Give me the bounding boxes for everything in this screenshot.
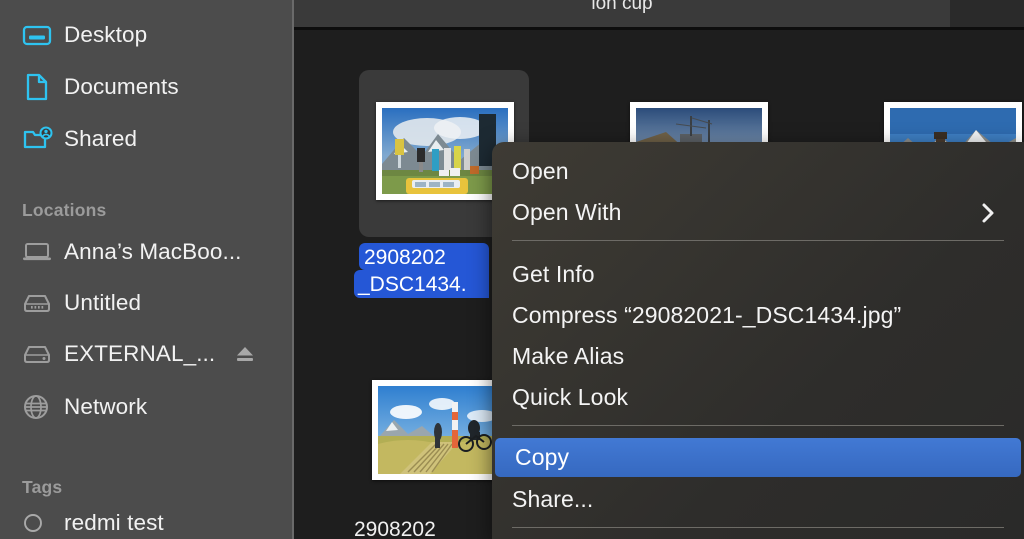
menu-item-copy[interactable]: Copy [495,438,1021,477]
window-titlebar[interactable]: ion cup [294,0,950,27]
titlebar-separator [294,27,1024,30]
sidebar-item-external-drive[interactable]: EXTERNAL_... [0,333,292,375]
window-title: ion cup [591,0,653,14]
menu-item-label: Open With [512,199,622,225]
sidebar-item-label: Untitled [64,290,142,315]
menu-separator-3 [512,527,1004,528]
sidebar-item-untitled[interactable]: Untitled [0,282,292,324]
menu-item-get-info[interactable]: Get Info [492,254,1024,295]
file-name-line2: _DSC1434. [358,273,467,296]
sidebar-section-locations: Locations [22,200,107,220]
menu-item-quick-look[interactable]: Quick Look [492,377,1024,418]
menu-item-compress[interactable]: Compress “29082021-_DSC1434.jpg” [492,295,1024,336]
menu-item-make-alias[interactable]: Make Alias [492,336,1024,377]
sidebar-item-label: Shared [64,126,138,151]
titlebar-right-gap [950,0,1024,27]
sidebar-item-label: Desktop [64,22,148,47]
external-drive-icon [22,341,56,367]
globe-icon [22,394,56,420]
sidebar-item-label: Documents [64,74,179,99]
finder-window: Desktop Documents Shared Locations Anna’… [0,0,1024,539]
sidebar-item-label: Network [64,394,148,419]
menu-item-label: Get Info [512,261,595,287]
sidebar: Desktop Documents Shared Locations Anna’… [0,0,292,539]
sidebar-item-desktop[interactable]: Desktop [0,14,292,56]
sidebar-item-tag-redmi-test[interactable]: redmi test [0,502,292,539]
desktop-icon [22,22,56,48]
hard-drive-icon [22,290,56,316]
shared-folder-icon [22,126,56,152]
menu-item-open-with[interactable]: Open With [492,192,1024,233]
menu-item-label: Quick Look [512,384,629,410]
thumbnail-image-mountain-event [382,108,508,194]
document-icon [22,73,56,101]
sidebar-item-documents[interactable]: Documents [0,66,292,108]
sidebar-item-label: EXTERNAL_... [64,341,216,366]
sidebar-section-tags: Tags [22,477,63,497]
menu-separator-2 [512,425,1004,426]
sidebar-item-label: redmi test [64,510,164,535]
menu-item-label: Copy [515,444,570,470]
menu-item-label: Compress “29082021-_DSC1434.jpg” [512,302,902,328]
sidebar-item-label: Anna’s MacBoo... [64,239,242,264]
file-name-line1: 2908202 [364,246,446,269]
thumbnail-image-bikers [378,386,506,474]
laptop-icon [22,239,56,265]
sidebar-item-annas-macbook[interactable]: Anna’s MacBoo... [0,231,292,273]
menu-item-share[interactable]: Share... [492,479,1024,520]
menu-item-open[interactable]: Open [492,151,1024,192]
menu-item-label: Share... [512,486,594,512]
file-thumbnail [372,380,512,480]
file-browser-content: ion cup 2908202 _DSC1434. 2908202 Open O… [294,0,1024,539]
tag-circle-icon [22,510,56,536]
menu-item-label: Make Alias [512,343,625,369]
menu-separator-1 [512,240,1004,241]
menu-item-label: Open [512,158,569,184]
eject-icon[interactable] [234,344,254,364]
chevron-right-icon [980,201,996,225]
sidebar-item-network[interactable]: Network [0,386,292,428]
context-menu: Open Open With Get Info Compress “290820… [492,142,1024,539]
sidebar-item-shared[interactable]: Shared [0,118,292,160]
